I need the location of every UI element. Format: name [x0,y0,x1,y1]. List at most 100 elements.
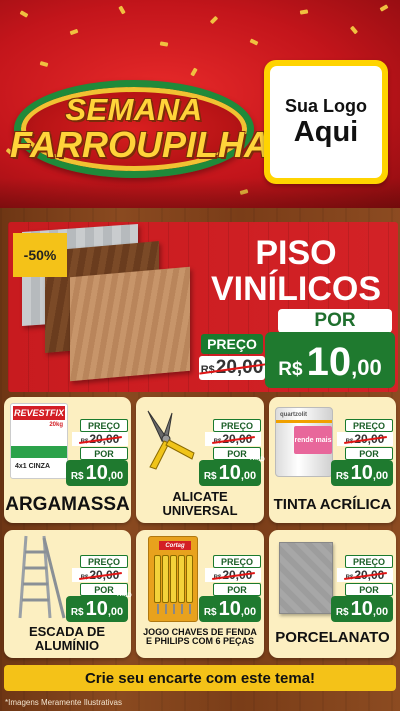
new-currency: R$ [203,607,217,618]
event-title-line2: FARROUPILHA [10,124,270,165]
logo-placeholder-line1: Sua Logo [285,95,367,116]
logo-placeholder[interactable]: Sua Logo Aqui [264,60,388,184]
old-price: R$20,00 [205,432,261,446]
featured-new-price-int: 10 [306,340,352,384]
product-name: ARGAMASSA [5,494,130,515]
vinyl-tile-light [70,266,190,382]
new-price-int: 10 [85,598,108,620]
product-name: ALICATE UNIVERSAL [162,489,238,518]
old-price: R$20,00 [337,568,393,582]
price-box: PREÇO R$20,00 POR UNID R$10,00 [66,555,132,622]
featured-old-value: 20,00 [215,357,264,378]
old-price-strike: R$20,00 [214,432,253,446]
product-card-argamassa[interactable]: REVESTFIX 20kg 4x1 CINZA PREÇO R$20,00 P… [4,397,131,523]
new-price: R$ 10,00 [331,460,393,486]
new-currency: R$ [335,471,349,482]
preco-label: PREÇO [80,555,128,568]
featured-title-line2: VINÍLICOS [210,270,382,308]
confetti [69,28,79,36]
mortar-variant: 4x1 CINZA [15,463,51,470]
new-price-dec: ,00 [372,606,389,618]
por-label: POR [345,583,393,596]
new-price-dec: ,00 [240,606,257,618]
old-currency: R$ [213,439,222,445]
product-card-tinta[interactable]: quartzolit rende mais PREÇO R$20,00 POR … [269,397,396,523]
old-currency: R$ [345,575,354,581]
old-price-strike: R$20,00 [81,432,120,446]
featured-new-currency: R$ [278,359,303,380]
paint-can-image: quartzolit rende mais [275,407,333,477]
confetti [349,25,359,35]
featured-por-label: POR [278,309,392,333]
product-card-chaves[interactable]: Cortag PREÇO R$20,00 POR R$ 10,00 JOGO CH… [136,530,264,658]
screwdriver [162,555,169,614]
featured-old-price: R$20,00 [199,356,265,380]
discount-badge: -50% [13,233,67,277]
featured-title-line1: PISO [255,234,337,272]
event-logo: SEMANA FARROUPILHA [10,78,270,182]
old-price-value: 20,00 [354,568,385,582]
new-price-int: 10 [350,462,373,484]
old-price: R$20,00 [205,568,261,582]
paint-brand: quartzolit [280,412,307,418]
preco-label: PREÇO [345,555,393,568]
new-currency: R$ [335,607,349,618]
new-price-int: 10 [218,598,241,620]
old-currency: R$ [345,439,354,445]
new-price-dec: ,00 [107,470,124,482]
mortar-brand: REVESTFIX [13,406,65,420]
screwdriver [186,555,193,614]
product-card-escada[interactable]: PREÇO R$20,00 POR UNID R$10,00 ESCADA DE… [4,530,132,658]
preco-label: PREÇO [345,419,393,432]
mortar-bag-image: REVESTFIX 20kg 4x1 CINZA [10,403,68,479]
new-price-dec: ,00 [240,470,257,482]
new-price-int: 10 [350,598,373,620]
old-currency: R$ [80,575,89,581]
price-box: PREÇO R$20,00 POR R$ 10,00 [66,419,128,486]
preco-label: PREÇO [213,555,261,568]
porcelain-tile-image [279,542,333,614]
screwdriver-brand: Cortag [159,541,191,550]
featured-old-price-strike: R$20,00 [201,357,264,379]
mortar-stripe [11,446,67,458]
mortar-weight: 20kg [49,422,63,428]
old-price-value: 20,00 [89,568,120,582]
product-card-porcelanato[interactable]: PREÇO R$20,00 POR R$ 10,00 PORCELANATO [269,530,396,658]
new-price: R$ 10,00 [331,596,393,622]
product-name: JOGO CHAVES DE FENDA E PHILIPS COM 6 PEÇ… [143,627,257,647]
new-price-int: 10 [218,462,241,484]
new-price: R$ 10,00 [199,460,261,486]
new-currency: R$ [70,471,84,482]
product-card-alicate[interactable]: PREÇO R$20,00 POR UNID R$10,00 ALICATE U… [136,397,265,523]
pliers-image [147,410,195,470]
confetti [39,61,49,67]
por-label: POR [213,583,261,596]
screwdriver [154,555,161,614]
confetti [159,41,169,47]
disclaimer: *Imagens Meramente Ilustrativas [5,698,122,707]
preco-label: PREÇO [80,419,128,432]
header-banner: SEMANA FARROUPILHA Sua Logo Aqui [0,0,400,208]
logo-placeholder-inner: Sua Logo Aqui [270,66,382,178]
preco-label: PREÇO [213,419,261,432]
por-label: POR [345,447,393,460]
paint-label: rende mais [294,426,332,454]
ladder-image [18,535,66,619]
old-price-strike: R$20,00 [346,568,385,582]
confetti [249,38,259,46]
confetti [299,9,309,15]
price-box: PREÇO R$20,00 POR R$ 10,00 [199,555,261,622]
confetti [209,15,219,25]
price-box: PREÇO R$20,00 POR UNID R$10,00 [199,419,265,486]
create-flyer-button[interactable]: Crie seu encarte com este tema! [4,665,396,691]
new-price: R$ 10,00 [199,596,261,622]
old-price: R$20,00 [72,568,128,582]
price-box: PREÇO R$20,00 POR R$ 10,00 [331,555,393,622]
event-title-line1: SEMANA [65,92,203,127]
new-price: R$ 10,00 [66,460,128,486]
old-price-strike: R$20,00 [346,432,385,446]
featured-new-price-dec: ,00 [351,355,382,380]
old-currency: R$ [80,439,89,445]
screwdriver [178,555,185,614]
new-price-dec: ,00 [372,470,389,482]
